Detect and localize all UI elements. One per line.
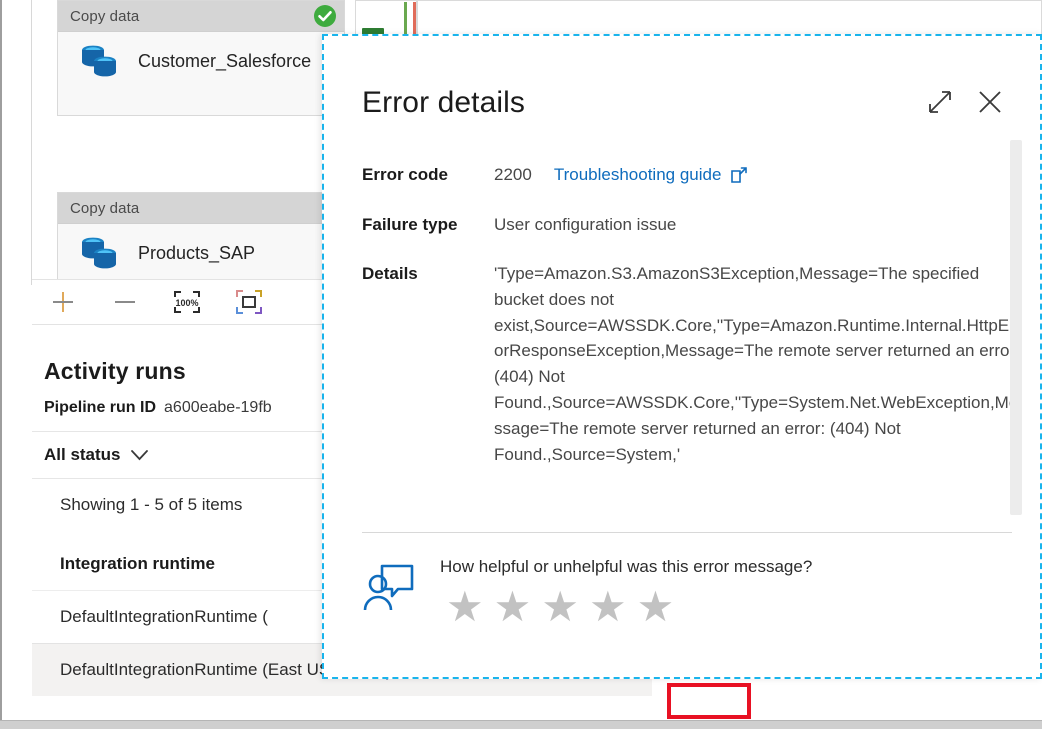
status-tick-red [413, 2, 416, 38]
success-check-icon [314, 5, 336, 27]
star-3[interactable]: ★ [541, 586, 579, 628]
failure-type-row: Failure type User configuration issue [362, 212, 1040, 238]
canvas-left-gutter-bottom [2, 660, 32, 720]
expand-panel-button[interactable] [920, 82, 960, 122]
chevron-down-icon [130, 449, 148, 460]
cell-integration-runtime: DefaultIntegrationRuntime (East US) [60, 660, 336, 679]
panel-scrollbar[interactable] [1010, 140, 1022, 515]
zoom-out-button[interactable] [94, 280, 156, 324]
activity-card-type-label-1: Copy data [70, 7, 140, 25]
pipeline-run-id-label: Pipeline run ID [44, 399, 157, 416]
feedback-section: How helpful or unhelpful was this error … [362, 556, 812, 628]
feedback-content: How helpful or unhelpful was this error … [440, 556, 812, 628]
error-details-panel: Error details Error code 2200 Troublesho… [322, 34, 1042, 679]
pipeline-run-id-value: a600eabe-19fb [164, 399, 272, 416]
svg-text:100%: 100% [175, 298, 198, 308]
zoom-to-100-button[interactable]: 100% [156, 280, 218, 324]
error-details-header: Error details [324, 36, 1040, 122]
expand-diagonal-icon [929, 91, 951, 113]
close-icon [979, 91, 1001, 113]
cell-integration-runtime: DefaultIntegrationRuntime ( [60, 607, 268, 626]
status-tick-green [404, 2, 407, 38]
failure-type-label: Failure type [362, 214, 458, 234]
status-filter-dropdown[interactable]: All status [32, 432, 194, 478]
canvas-zoom-toolbar: 100% [32, 279, 342, 325]
error-code-value: 2200 [494, 165, 532, 184]
activity-card-header-1: Copy data [58, 1, 344, 32]
fit-to-screen-icon [236, 290, 262, 314]
star-rating[interactable]: ★ ★ ★ ★ ★ [446, 586, 812, 628]
zoom-in-icon [53, 292, 73, 312]
activity-card-header-2: Copy data [58, 193, 344, 224]
database-icon [82, 45, 116, 77]
close-panel-button[interactable] [970, 82, 1010, 122]
star-5[interactable]: ★ [637, 586, 675, 628]
external-link-icon [731, 166, 748, 183]
person-feedback-icon [363, 564, 414, 611]
activity-card-body-1: Customer_Salesforce [58, 32, 344, 90]
screenshot-root: Copy data Customer_Salesforce Copy data … [0, 0, 1042, 729]
background-tile-b [417, 0, 1042, 36]
failure-type-value: User configuration issue [494, 214, 677, 234]
details-label: Details [362, 264, 418, 283]
zoom-100-percent-icon: 100% [174, 291, 200, 313]
column-header-integration-runtime: Integration runtime [60, 553, 215, 573]
activity-card-copy-data-2[interactable]: Copy data Products_SAP [57, 192, 345, 286]
troubleshooting-guide-link[interactable]: Troubleshooting guide [554, 165, 749, 185]
error-code-row: Error code 2200 Troubleshooting guide [362, 162, 1040, 188]
fit-to-screen-button[interactable] [218, 280, 280, 324]
error-code-label: Error code [362, 165, 448, 184]
bottom-status-strip [0, 720, 1042, 729]
zoom-in-button[interactable] [32, 280, 94, 324]
activity-card-copy-data-1[interactable]: Copy data Customer_Salesforce [57, 0, 345, 116]
database-icon [82, 237, 116, 269]
activity-card-body-2: Products_SAP [58, 224, 344, 282]
star-4[interactable]: ★ [589, 586, 627, 628]
details-value: 'Type=Amazon.S3.AmazonS3Exception,Messag… [494, 264, 1021, 464]
divider [362, 532, 1012, 533]
error-details-body: Error code 2200 Troubleshooting guide Fa… [324, 162, 1040, 517]
page-title: Error details [362, 86, 526, 119]
activity-card-name-1: Customer_Salesforce [138, 50, 312, 71]
star-2[interactable]: ★ [494, 586, 532, 628]
star-1[interactable]: ★ [446, 586, 484, 628]
status-filter-label: All status [44, 445, 121, 464]
troubleshooting-guide-link-label: Troubleshooting guide [553, 164, 722, 184]
activity-card-name-2: Products_SAP [138, 242, 256, 263]
feedback-question: How helpful or unhelpful was this error … [440, 557, 813, 576]
activity-card-type-label-2: Copy data [70, 199, 140, 217]
details-row: Details 'Type=Amazon.S3.AmazonS3Exceptio… [362, 261, 1040, 468]
zoom-out-icon [115, 301, 135, 303]
canvas-left-gutter [2, 0, 32, 285]
